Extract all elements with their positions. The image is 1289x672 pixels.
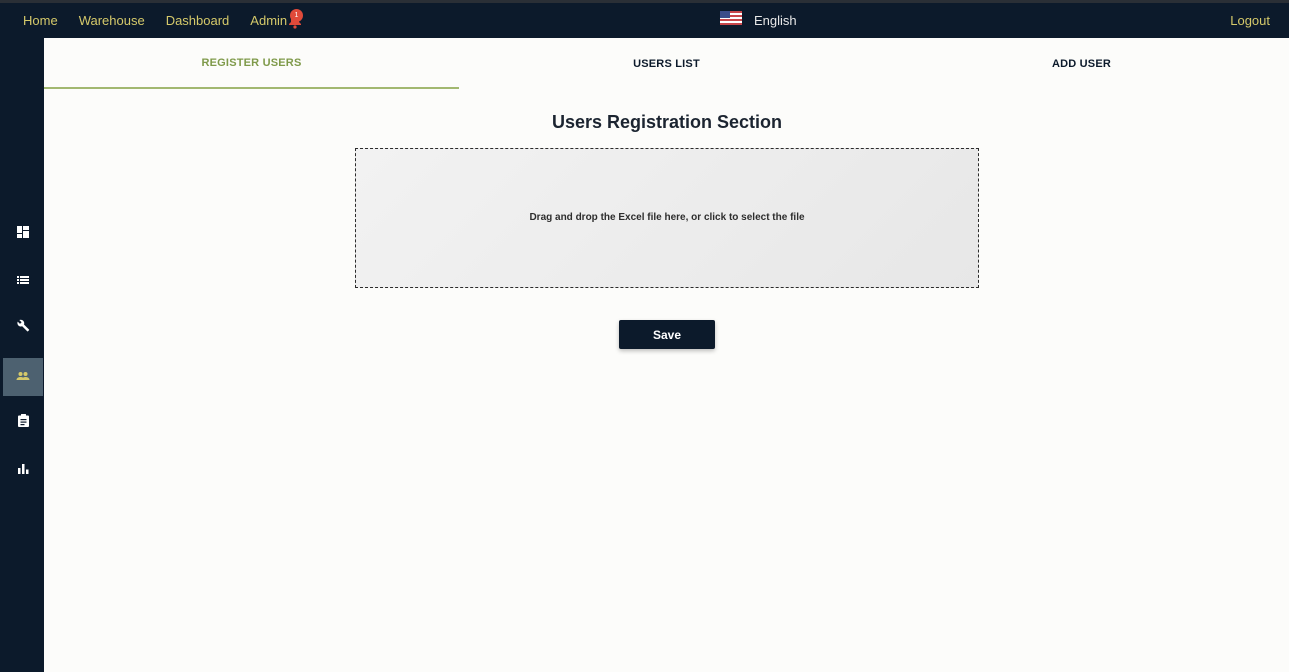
logout-link[interactable]: Logout <box>1230 3 1270 38</box>
tab-add-user[interactable]: ADD USER <box>874 38 1289 89</box>
sidebar-item-tools[interactable] <box>3 309 43 347</box>
tab-users-list[interactable]: USERS LIST <box>459 38 874 89</box>
notification-badge: 1 <box>290 9 303 22</box>
sidebar-item-analytics[interactable] <box>3 451 43 489</box>
nav-home-link[interactable]: Home <box>23 13 58 28</box>
sidebar-item-reports[interactable] <box>3 404 43 442</box>
wrench-icon <box>16 319 30 337</box>
list-icon <box>17 272 29 290</box>
tab-bar: REGISTER USERS USERS LIST ADD USER <box>44 38 1289 89</box>
bar-chart-icon <box>17 461 29 479</box>
sidebar-item-list[interactable] <box>3 262 43 300</box>
sidebar-item-dashboard[interactable] <box>3 215 43 253</box>
page-title: Users Registration Section <box>551 112 783 132</box>
dashboard-icon <box>17 225 29 243</box>
main-nav: Home Warehouse Dashboard Admin <box>23 3 308 38</box>
sidebar-item-users[interactable] <box>3 358 43 396</box>
top-navbar: Home Warehouse Dashboard Admin 1 English… <box>0 0 1289 38</box>
us-flag-icon <box>720 11 742 30</box>
nav-warehouse-link[interactable]: Warehouse <box>79 13 145 28</box>
dropzone-instructions: Drag and drop the Excel file here, or cl… <box>529 211 805 223</box>
clipboard-icon <box>17 414 29 432</box>
save-button[interactable]: Save <box>619 320 715 349</box>
language-selector[interactable]: English <box>720 3 797 38</box>
nav-dashboard-link[interactable]: Dashboard <box>166 13 230 28</box>
tab-register-users[interactable]: REGISTER USERS <box>44 38 459 89</box>
sidebar <box>0 38 44 672</box>
file-dropzone[interactable]: Drag and drop the Excel file here, or cl… <box>355 148 979 288</box>
language-label: English <box>754 13 797 28</box>
nav-admin-link[interactable]: Admin <box>250 13 287 28</box>
users-icon <box>16 368 30 386</box>
